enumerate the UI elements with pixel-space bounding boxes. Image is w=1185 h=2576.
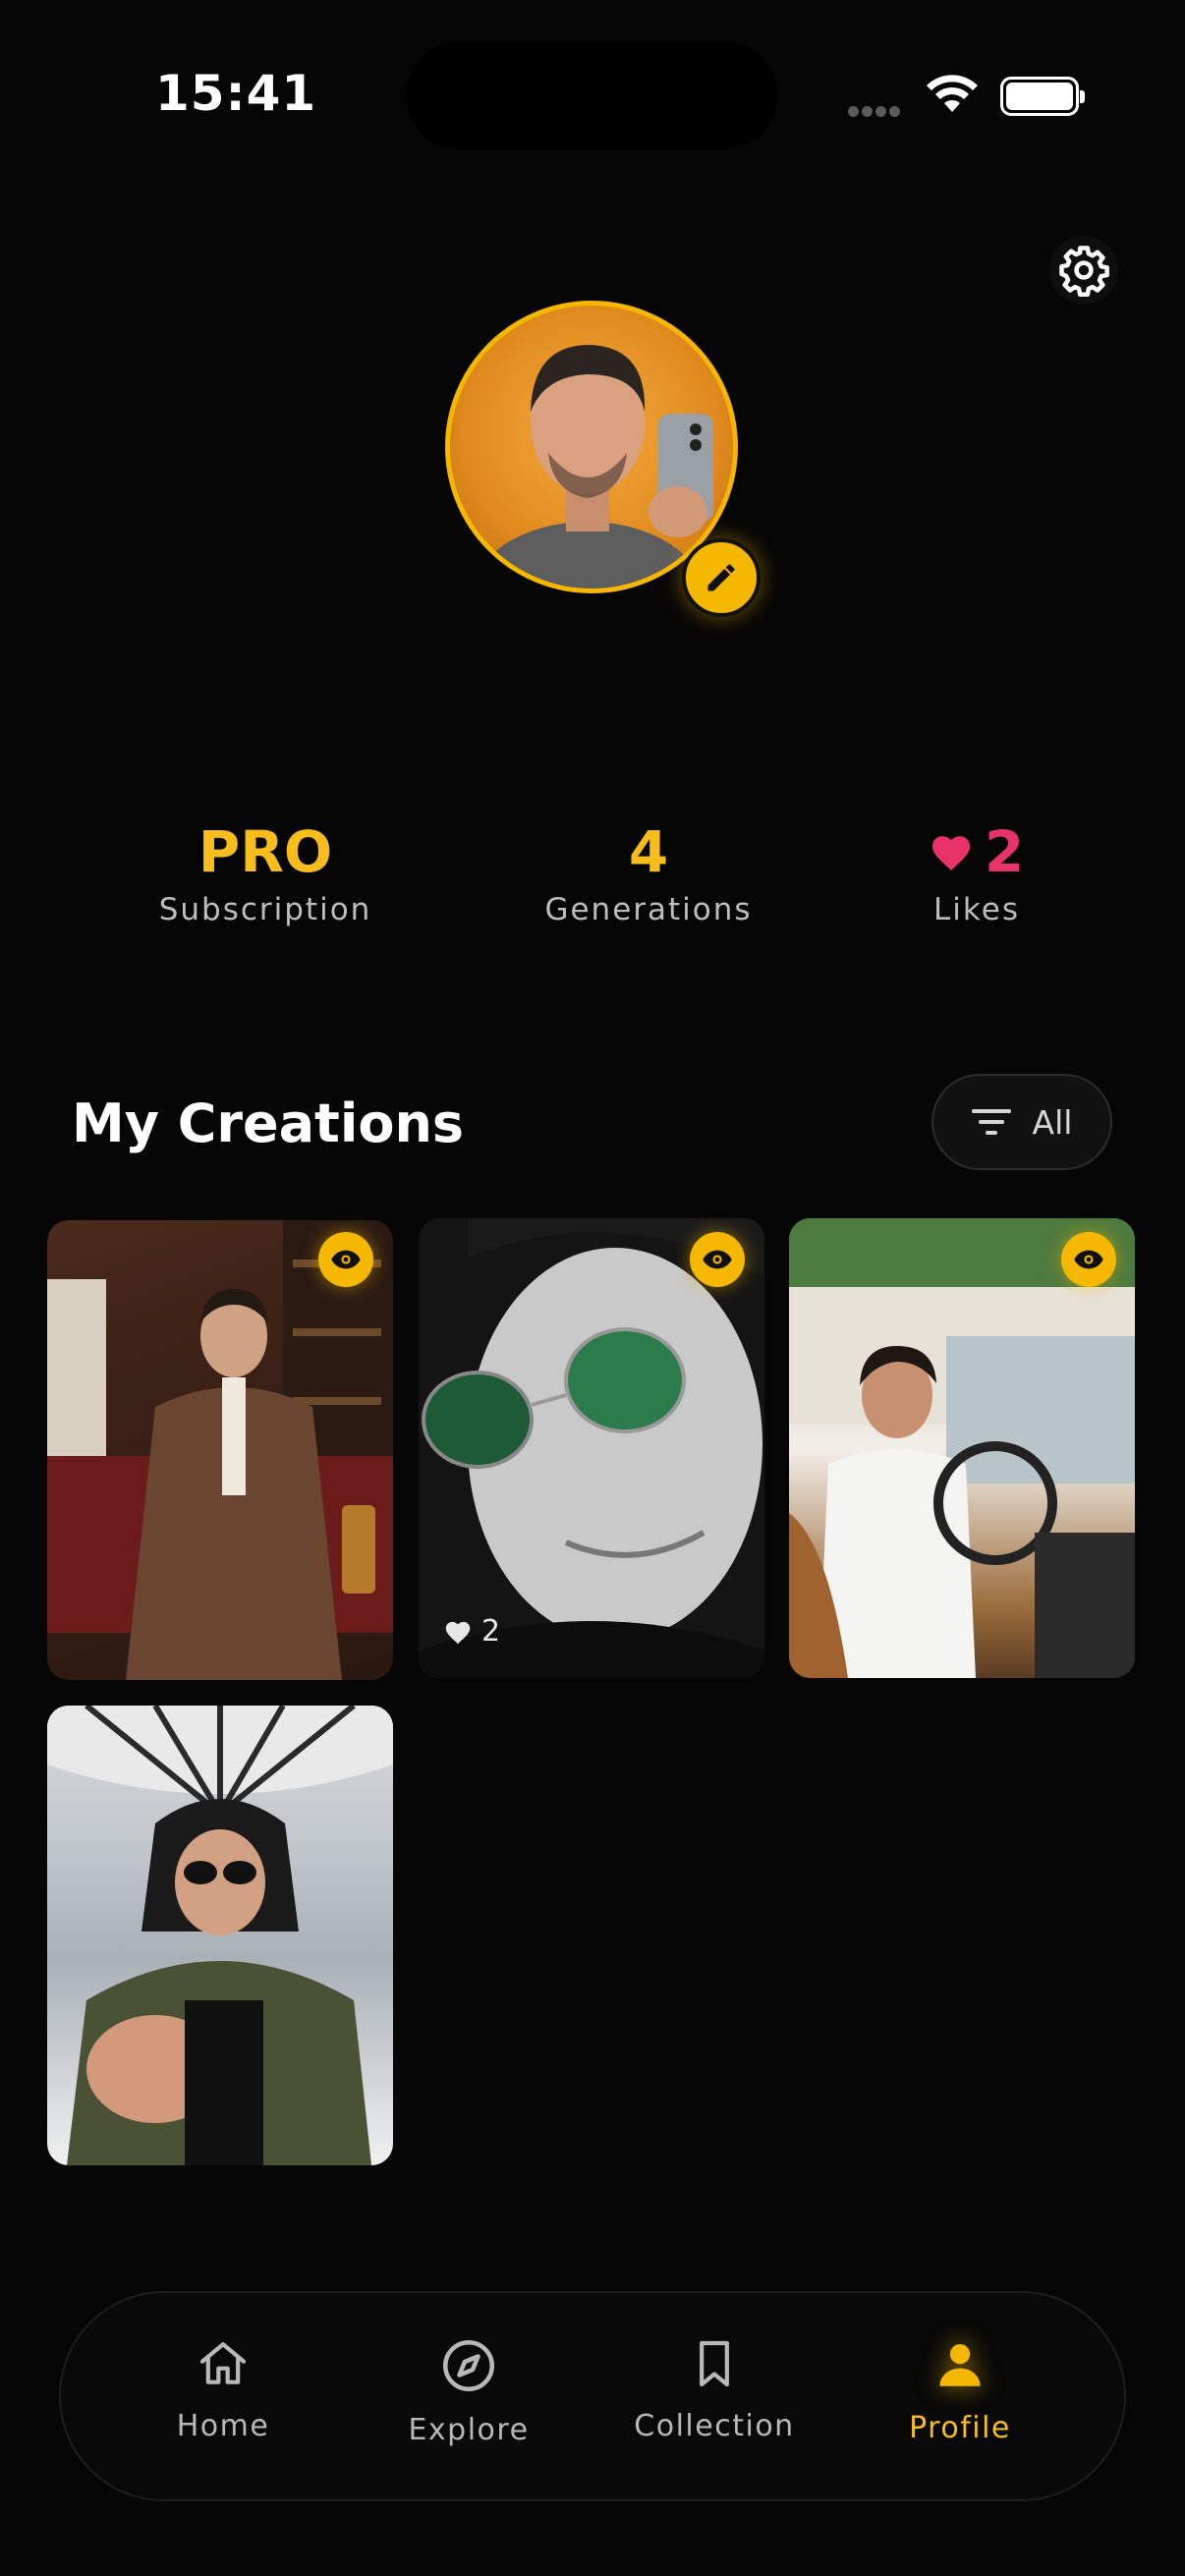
creation-image [47,1706,393,2165]
creation-card[interactable] [789,1218,1135,1678]
compass-icon [443,2340,494,2391]
creation-image [789,1218,1135,1678]
subscription-label: Subscription [158,892,372,927]
tab-collection-label: Collection [634,2409,795,2443]
view-button[interactable] [1061,1232,1116,1287]
gear-icon [1059,246,1109,297]
creation-image [47,1220,393,1680]
pencil-icon [707,564,735,591]
home-icon [199,2342,247,2384]
stat-generations: 4 Generations [501,815,796,927]
stat-subscription: PRO Subscription [118,815,413,927]
likes-value: 2 [984,818,1025,885]
bookmark-icon [700,2340,729,2387]
section-title: My Creations [72,1092,465,1154]
settings-button[interactable] [1049,236,1118,305]
stat-likes: 2 Likes [829,815,1124,927]
subscription-value: PRO [198,818,333,885]
tab-collection[interactable]: Collection [606,2336,822,2443]
eye-icon [703,1250,732,1269]
battery-icon [1000,77,1085,116]
eye-icon [1074,1250,1103,1269]
generations-label: Generations [544,892,753,927]
edit-avatar-button[interactable] [682,538,761,617]
status-time: 15:41 [155,65,317,122]
user-icon [939,2343,981,2386]
generations-value: 4 [628,818,669,885]
filter-label: All [1032,1102,1073,1142]
likes-count: 2 [481,1614,501,1649]
likes-badge: 2 [444,1614,500,1649]
creation-card[interactable] [47,1220,393,1680]
tab-home-label: Home [176,2409,270,2443]
creation-card[interactable] [47,1706,393,2165]
tab-home[interactable]: Home [115,2336,331,2443]
creation-image [419,1218,764,1678]
creation-card[interactable]: 2 [419,1218,764,1678]
tab-profile[interactable]: Profile [852,2336,1068,2445]
wifi-icon [926,73,979,118]
dynamic-island [406,41,777,149]
heart-icon [931,836,970,871]
filter-icon [971,1109,1011,1135]
eye-icon [331,1250,361,1269]
tab-profile-label: Profile [909,2411,1011,2445]
tab-explore-label: Explore [408,2413,530,2447]
view-button[interactable] [690,1232,745,1287]
heart-icon [445,1621,471,1644]
filter-button[interactable]: All [931,1074,1112,1170]
tab-explore[interactable]: Explore [361,2336,577,2447]
signal-icon [848,102,903,121]
avatar-photo [471,345,713,588]
view-button[interactable] [318,1232,373,1287]
likes-label: Likes [933,892,1020,927]
